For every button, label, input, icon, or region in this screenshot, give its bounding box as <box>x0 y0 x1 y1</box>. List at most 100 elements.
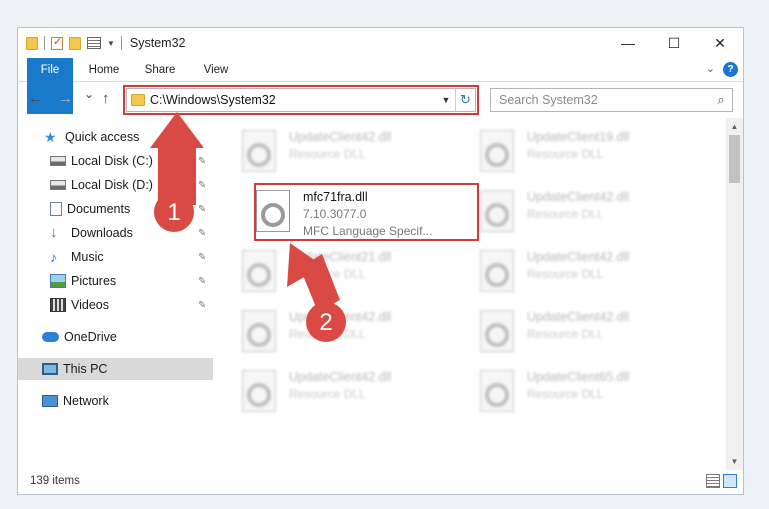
up-arrow-icon[interactable]: ↑ <box>102 90 110 107</box>
file-item[interactable]: UpdateClient42.dll Resource DLL <box>476 184 706 240</box>
file-item[interactable]: UpdateClient42.dll Resource DLL <box>238 304 468 360</box>
sidebar-item-label: Downloads <box>71 226 133 240</box>
sidebar-item-label: This PC <box>63 362 108 376</box>
file-name: UpdateClient42.dll <box>289 310 392 324</box>
view-switcher <box>706 474 737 488</box>
dll-file-icon <box>242 370 276 412</box>
file-name: UpdateClient42.dll <box>527 310 630 324</box>
file-name: UpdateClient21.dll <box>289 250 392 264</box>
dll-file-icon <box>480 190 514 232</box>
dll-file-icon <box>242 250 276 292</box>
sidebar-item-quick-access[interactable]: ★ Quick access <box>18 126 213 148</box>
vertical-scrollbar[interactable]: ▲ ▼ <box>726 118 743 470</box>
sidebar-item-label: Network <box>63 394 109 408</box>
tab-view[interactable]: View <box>194 58 238 82</box>
sidebar-item-documents[interactable]: Documents ✎ <box>18 198 213 220</box>
file-name: UpdateClient42.dll <box>527 190 630 204</box>
cloud-icon <box>42 332 59 342</box>
file-description: Resource DLL <box>289 387 366 401</box>
sidebar-item-local-disk-d[interactable]: Local Disk (D:) ✎ <box>18 174 213 196</box>
sidebar-item-label: Videos <box>71 298 109 312</box>
pin-icon[interactable]: ✎ <box>198 276 206 287</box>
scroll-up-icon[interactable]: ▲ <box>726 118 743 135</box>
file-item[interactable]: UpdateClient65.dll Resource DLL <box>476 364 706 420</box>
selected-file-highlight <box>254 183 479 241</box>
file-description: Resource DLL <box>527 147 604 161</box>
pin-icon[interactable]: ✎ <box>198 300 206 311</box>
forward-arrow-icon[interactable]: → <box>58 90 73 107</box>
window-title: System32 <box>129 36 186 50</box>
search-input[interactable]: Search System32 <box>491 93 710 107</box>
disk-icon <box>50 180 66 190</box>
pin-icon[interactable]: ✎ <box>198 180 206 191</box>
address-bar-highlight <box>123 85 479 115</box>
file-item[interactable]: UpdateClient19.dll Resource DLL <box>476 124 706 180</box>
file-description: Resource DLL <box>289 147 366 161</box>
dll-file-icon <box>480 130 514 172</box>
sidebar-item-onedrive[interactable]: OneDrive <box>18 326 213 348</box>
file-item[interactable]: UpdateClient42.dll Resource DLL <box>476 244 706 300</box>
file-item[interactable]: UpdateClient42.dll Resource DLL <box>238 124 468 180</box>
sidebar-item-label: Quick access <box>65 130 140 144</box>
pin-icon[interactable]: ✎ <box>198 228 206 239</box>
file-item[interactable]: UpdateClient42.dll Resource DLL <box>476 304 706 360</box>
folder-icon[interactable] <box>26 36 38 50</box>
tab-home[interactable]: Home <box>80 58 128 82</box>
sidebar-item-this-pc[interactable]: This PC <box>18 358 213 380</box>
file-item[interactable]: UpdateClient21.dll Resource DLL <box>238 244 468 300</box>
navigation-bar: ← → ⌄ ↑ C:\Windows\System32 ▼ ↻ Search S… <box>18 82 743 118</box>
item-count: 139 items <box>30 475 80 487</box>
minimize-button[interactable]: — <box>605 28 651 58</box>
sidebar-item-network[interactable]: Network <box>18 390 213 412</box>
status-bar: 139 items <box>18 468 743 494</box>
sidebar-item-videos[interactable]: Videos ✎ <box>18 294 213 316</box>
toolbar-divider <box>120 36 122 50</box>
search-icon[interactable]: ⌕ <box>710 92 732 108</box>
sidebar-item-label: Documents <box>67 202 131 216</box>
sidebar-item-local-disk-c[interactable]: Local Disk (C:) ✎ <box>18 150 213 172</box>
sidebar-item-label: Pictures <box>71 274 117 288</box>
sidebar-item-label: Local Disk (D:) <box>71 178 153 192</box>
help-icon[interactable]: ? <box>723 62 738 77</box>
details-icon[interactable] <box>87 37 101 49</box>
pin-icon[interactable]: ✎ <box>198 204 206 215</box>
file-item[interactable]: UpdateClient42.dll Resource DLL <box>238 364 468 420</box>
file-name: UpdateClient65.dll <box>527 370 630 384</box>
file-description: Resource DLL <box>527 327 604 341</box>
file-list: UpdateClient42.dll Resource DLL UpdateCl… <box>234 118 727 470</box>
ribbon-tabs: File Home Share View ⌄ ? <box>18 58 743 114</box>
recent-locations-icon[interactable]: ⌄ <box>84 87 94 101</box>
back-arrow-icon[interactable]: ← <box>28 90 43 107</box>
pin-icon[interactable]: ✎ <box>198 252 206 263</box>
new-folder-icon[interactable] <box>69 36 81 50</box>
document-icon <box>50 202 62 216</box>
close-button[interactable]: ✕ <box>697 28 743 58</box>
tab-share[interactable]: Share <box>135 58 185 82</box>
large-icons-view-icon[interactable] <box>723 474 737 488</box>
chevron-down-icon[interactable]: ⌄ <box>706 62 715 75</box>
search-box[interactable]: Search System32 ⌕ <box>490 88 733 112</box>
title-bar: ▼ System32 — ☐ ✕ <box>18 28 743 58</box>
computer-icon <box>42 363 58 375</box>
scrollbar-thumb[interactable] <box>729 135 740 183</box>
download-icon: ↓ <box>50 224 58 241</box>
file-description: Resource DLL <box>527 267 604 281</box>
toolbar-divider <box>44 36 45 50</box>
customize-toolbar-icon[interactable]: ▼ <box>107 39 115 48</box>
file-description: Resource DLL <box>289 267 366 281</box>
dll-file-icon <box>480 310 514 352</box>
sidebar-item-label: Local Disk (C:) <box>71 154 153 168</box>
videos-icon <box>50 298 66 312</box>
file-explorer-window: ▼ System32 — ☐ ✕ File Home Share View ⌄ … <box>17 27 744 495</box>
details-view-icon[interactable] <box>706 474 720 488</box>
properties-check-icon[interactable] <box>51 35 63 50</box>
sidebar-item-music[interactable]: ♪ Music ✎ <box>18 246 213 268</box>
maximize-button[interactable]: ☐ <box>651 28 697 58</box>
star-icon: ★ <box>44 129 57 145</box>
file-name: UpdateClient42.dll <box>289 370 392 384</box>
pin-icon[interactable]: ✎ <box>198 156 206 167</box>
sidebar-item-downloads[interactable]: ↓ Downloads ✎ <box>18 222 213 244</box>
dll-file-icon <box>480 370 514 412</box>
sidebar-item-pictures[interactable]: Pictures ✎ <box>18 270 213 292</box>
file-description: Resource DLL <box>527 207 604 221</box>
